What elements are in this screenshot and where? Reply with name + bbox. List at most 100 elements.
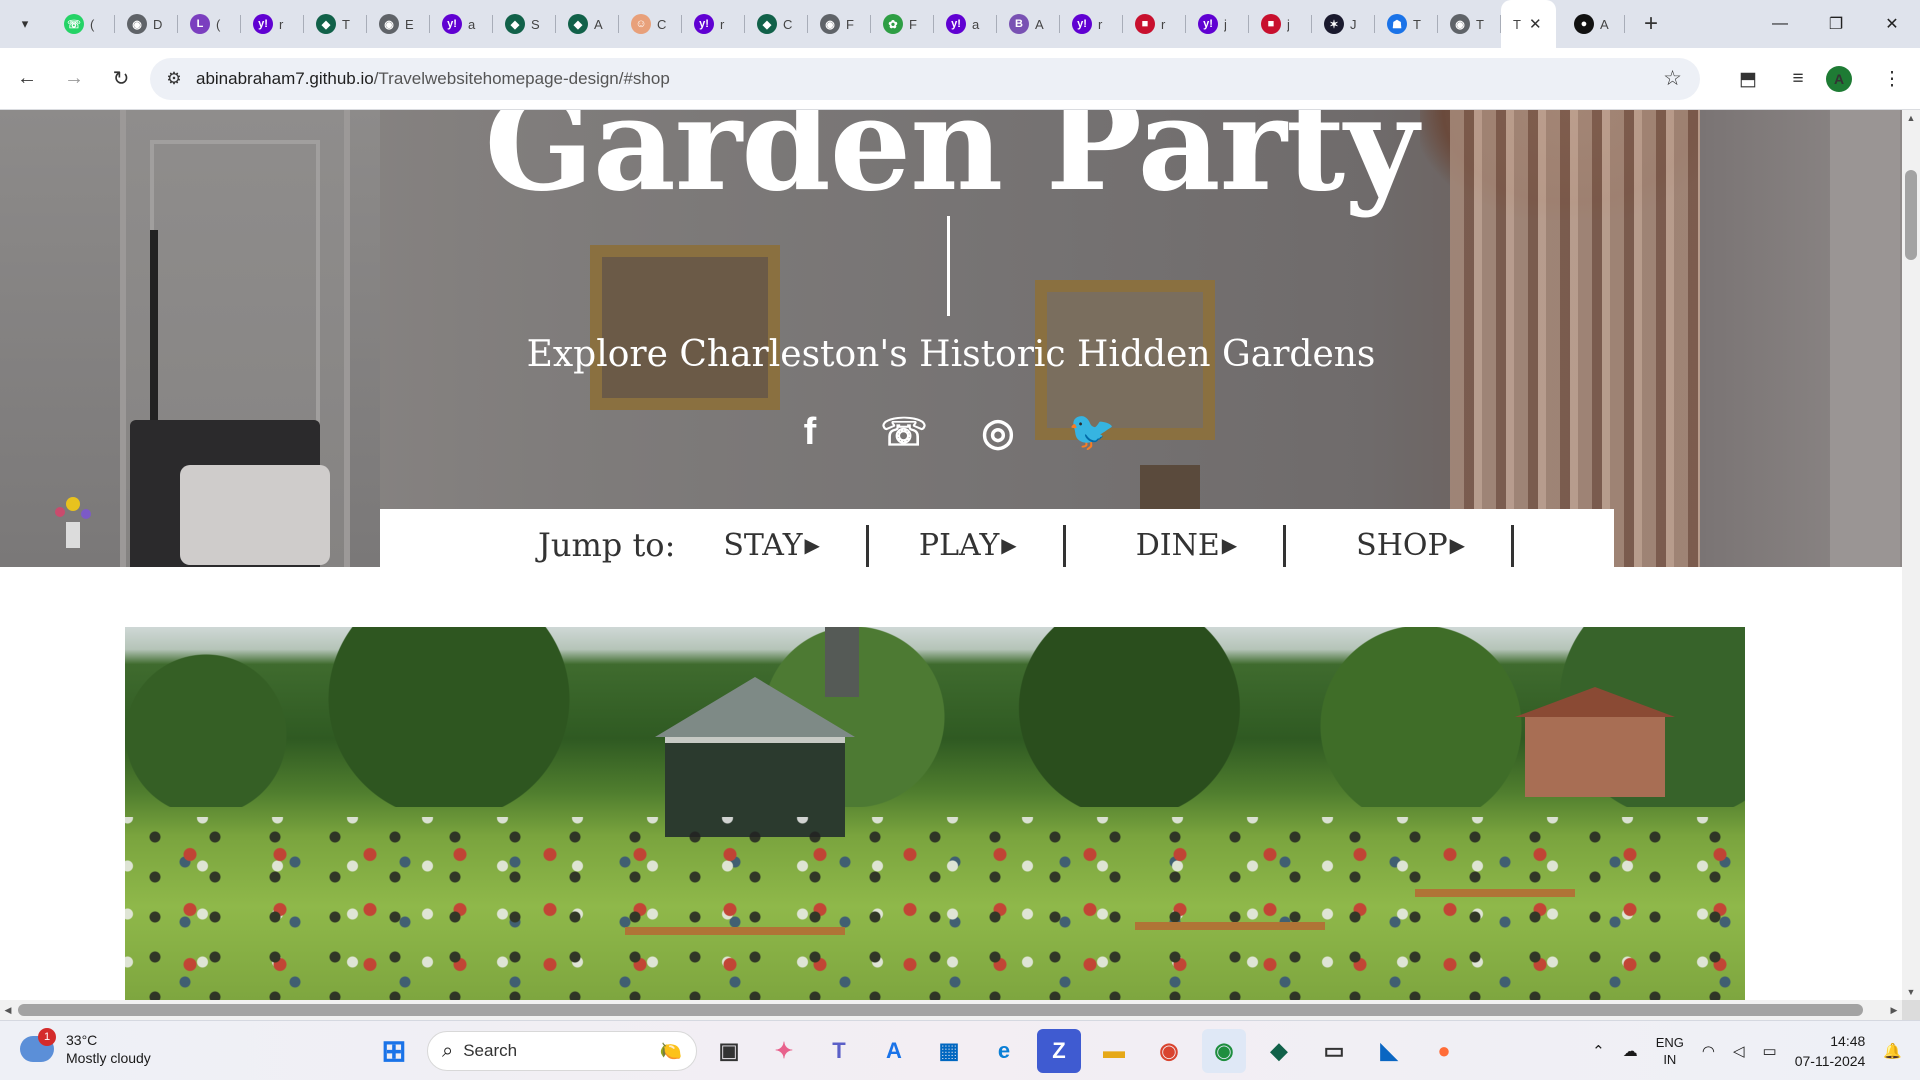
terminal-icon[interactable]: ▭ xyxy=(1312,1029,1356,1073)
scroll-down-icon[interactable]: ▼ xyxy=(1902,984,1920,1000)
mongodb-compass-icon[interactable]: ◆ xyxy=(1257,1029,1301,1073)
battery-icon[interactable]: ▭ xyxy=(1763,1042,1777,1060)
close-window-icon[interactable]: ✕ xyxy=(1864,0,1920,48)
tab-item[interactable]: y! r xyxy=(1060,0,1123,48)
scroll-up-icon[interactable]: ▲ xyxy=(1902,110,1920,126)
jump-link-stay[interactable]: STAY ▶ xyxy=(723,523,820,567)
caret-right-icon: ▶ xyxy=(1221,533,1238,557)
restore-icon[interactable]: ❐ xyxy=(1808,0,1864,48)
wifi-icon[interactable]: ◠ xyxy=(1702,1042,1715,1060)
url-text[interactable]: abinabraham7.github.io/Travelwebsitehome… xyxy=(196,69,670,89)
show-hidden-icons[interactable]: ⌃ xyxy=(1592,1042,1605,1060)
horizontal-scroll-thumb[interactable] xyxy=(18,1004,1863,1016)
bench xyxy=(1135,922,1325,930)
browser-menu-icon[interactable]: ⋮ xyxy=(1870,57,1914,101)
media-controls-icon[interactable]: ≡ xyxy=(1776,57,1820,101)
tab-title: F xyxy=(846,16,854,32)
site-settings-icon[interactable]: ⚙ xyxy=(154,69,194,89)
edge-icon[interactable]: e xyxy=(982,1029,1026,1073)
cloud-icon: 1 xyxy=(20,1028,56,1062)
tab-item[interactable]: L( xyxy=(178,0,241,48)
address-bar[interactable]: ⚙ abinabraham7.github.io/Travelwebsiteho… xyxy=(150,58,1700,100)
chrome-profile-icon[interactable]: ◉ xyxy=(1147,1029,1191,1073)
tab-active-title: T xyxy=(1513,16,1521,32)
profile-avatar[interactable]: A xyxy=(1826,66,1852,92)
jump-separator xyxy=(1062,525,1066,567)
tab-item[interactable]: y! r xyxy=(241,0,304,48)
postman-icon[interactable]: ● xyxy=(1422,1029,1466,1073)
globe-icon: ◉ xyxy=(1450,14,1470,34)
jump-link-shop[interactable]: SHOP ▶ xyxy=(1356,523,1465,567)
tab-item[interactable]: ☏( xyxy=(52,0,115,48)
extensions-icon[interactable]: ⬒ xyxy=(1726,57,1770,101)
weather-widget[interactable]: 1 33°C Mostly cloudy xyxy=(20,1028,151,1067)
app-icon[interactable]: Z xyxy=(1037,1029,1081,1073)
copilot-icon[interactable]: ✦ xyxy=(762,1029,806,1073)
vertical-scroll-thumb[interactable] xyxy=(1905,170,1917,260)
windows-start-icon[interactable]: ⊞ xyxy=(372,1029,416,1073)
jump-separator xyxy=(1511,525,1515,567)
clock[interactable]: 14:48 07-11-2024 xyxy=(1795,1031,1866,1071)
store-a-icon[interactable]: A xyxy=(872,1029,916,1073)
teams-icon[interactable]: T xyxy=(817,1029,861,1073)
globe-icon: ◉ xyxy=(820,14,840,34)
facebook-icon[interactable]: f xyxy=(790,410,830,454)
vscode-icon[interactable]: ◣ xyxy=(1367,1029,1411,1073)
tab-title: a xyxy=(972,16,980,32)
scroll-left-icon[interactable]: ◀ xyxy=(0,1000,16,1020)
chrome-active-icon[interactable]: ◉ xyxy=(1202,1029,1246,1073)
tab-item[interactable]: ✿ F xyxy=(871,0,934,48)
tab-search-button[interactable]: ▾ xyxy=(8,7,42,41)
tab-item[interactable]: ◆ A xyxy=(556,0,619,48)
jump-separator xyxy=(1283,525,1287,567)
reload-icon[interactable]: ↻ xyxy=(101,59,141,99)
tab-active[interactable]: T ✕ xyxy=(1501,0,1556,48)
language-indicator[interactable]: ENG IN xyxy=(1656,1034,1684,1068)
tab-item[interactable]: ◆ T xyxy=(304,0,367,48)
task-view-icon[interactable]: ▣ xyxy=(707,1029,751,1073)
tab-item[interactable]: ◉ F xyxy=(808,0,871,48)
whatsapp-icon[interactable]: ☏ xyxy=(880,410,928,454)
search-icon: ⌕ xyxy=(442,1039,454,1062)
jump-link-play[interactable]: PLAY ▶ xyxy=(919,523,1017,567)
tab-item[interactable]: ◉ D xyxy=(115,0,178,48)
tab-item[interactable]: ☗ T xyxy=(1375,0,1438,48)
close-icon[interactable]: ✕ xyxy=(1529,15,1542,33)
taskbar-search[interactable]: ⌕ Search 🍋 xyxy=(427,1031,697,1071)
jump-link-label: DINE xyxy=(1135,527,1220,563)
vertical-scrollbar[interactable]: ▲ ▼ xyxy=(1902,110,1920,1000)
minimize-icon[interactable]: — xyxy=(1752,0,1808,48)
tab-item[interactable]: ◆ C xyxy=(745,0,808,48)
tab-item[interactable]: ■ r xyxy=(1123,0,1186,48)
tab-item[interactable]: ◉ T xyxy=(1438,0,1501,48)
horizontal-scrollbar[interactable]: ◀ ▶ xyxy=(0,1000,1902,1020)
caret-right-icon: ▶ xyxy=(1001,533,1017,557)
crowd xyxy=(125,817,1745,1000)
caret-right-icon: ▶ xyxy=(1449,533,1466,557)
tab-item[interactable]: y! r xyxy=(682,0,745,48)
tab-item[interactable]: y! a xyxy=(934,0,997,48)
instagram-icon[interactable]: ◎ xyxy=(978,410,1018,454)
file-explorer-icon[interactable]: ▬ xyxy=(1092,1029,1136,1073)
forward-icon[interactable]: → xyxy=(54,59,94,99)
back-icon[interactable]: ← xyxy=(7,59,47,99)
tab-item[interactable]: BA xyxy=(997,0,1060,48)
jump-link-dine[interactable]: DINE ▶ xyxy=(1136,523,1237,567)
tab-github[interactable]: ● A xyxy=(1562,0,1625,48)
jump-label: Jump to: xyxy=(538,526,676,564)
tab-item[interactable]: ■ j xyxy=(1249,0,1312,48)
tab-item[interactable]: y! j xyxy=(1186,0,1249,48)
microsoft-store-icon[interactable]: ▦ xyxy=(927,1029,971,1073)
tab-item[interactable]: ✶ J xyxy=(1312,0,1375,48)
new-tab-button[interactable]: + xyxy=(1631,4,1671,44)
tab-item[interactable]: ☺ C xyxy=(619,0,682,48)
twitter-icon[interactable]: 🐦 xyxy=(1068,410,1115,454)
onedrive-icon[interactable]: ☁ xyxy=(1623,1042,1638,1060)
tab-item[interactable]: ◉ E xyxy=(367,0,430,48)
notifications-icon[interactable]: 🔔 xyxy=(1883,1042,1902,1060)
bookmark-star-icon[interactable]: ☆ xyxy=(1663,66,1682,91)
volume-icon[interactable]: ◁ xyxy=(1733,1042,1745,1060)
scroll-right-icon[interactable]: ▶ xyxy=(1886,1000,1902,1020)
tab-item[interactable]: y! a xyxy=(430,0,493,48)
tab-item[interactable]: ◆ S xyxy=(493,0,556,48)
